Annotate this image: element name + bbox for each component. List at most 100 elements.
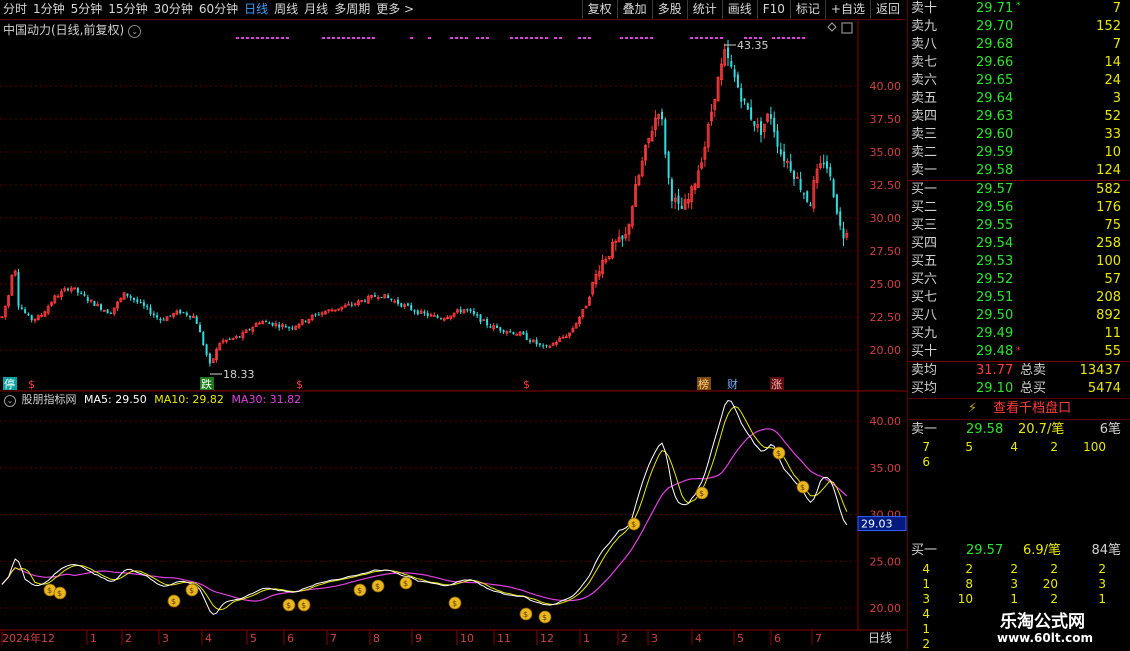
candle-body (502, 330, 505, 333)
time-label: 5 (250, 632, 257, 645)
candle-body (667, 151, 670, 179)
bid-level-3[interactable]: 买三 29.55 75 (908, 217, 1130, 235)
ask-level-3[interactable]: 卖八 29.68 7 (908, 36, 1130, 54)
candle-body (406, 303, 409, 306)
candle-body (142, 302, 145, 306)
money-bag-glyph: $ (301, 601, 306, 610)
view-1000-levels-button[interactable]: ⚡ 查看千档盘口 (908, 398, 1130, 420)
bid-level-8[interactable]: 买八 29.50 892 (908, 307, 1130, 325)
candle-body (842, 228, 845, 239)
bid-level-4[interactable]: 买四 29.54 258 (908, 235, 1130, 253)
ask-level-6[interactable]: 卖五 29.64 3 (908, 90, 1130, 108)
candle-body (76, 287, 79, 293)
candle-body (832, 179, 835, 198)
candle-body (86, 297, 89, 302)
candle-body (538, 343, 541, 345)
candle-body (162, 319, 165, 321)
order-book-panel: 卖十 29.71 7 卖九 29.70 152 卖八 29.68 7 卖七 29.66 14 卖六 29.… (907, 0, 1130, 651)
level-price: 29.52 (976, 272, 1014, 287)
money-bag-glyph: $ (47, 586, 52, 595)
signal-dot (266, 37, 269, 39)
bid-level-1[interactable]: 买一 29.57 582 (908, 181, 1130, 199)
candle-body (185, 312, 188, 316)
price-tick: 40.00 (870, 80, 902, 93)
queue-cell: 100 (1083, 440, 1106, 454)
watermark: 乐淘公式网 www.60lt.com (985, 605, 1130, 650)
candle-body (189, 315, 192, 318)
signal-dot (700, 37, 703, 39)
candle-body (769, 114, 772, 119)
price-tick: 20.00 (870, 344, 902, 357)
signal-dot (251, 37, 254, 39)
candle-body (661, 111, 663, 120)
signal-dot (690, 37, 693, 39)
money-bag-glyph: $ (631, 520, 636, 529)
queue-cell: 1 (922, 577, 930, 591)
candle-body (136, 299, 139, 302)
queue-cell: 2 (1050, 592, 1058, 606)
bid-level-7[interactable]: 买七 29.51 208 (908, 289, 1130, 307)
signal-dot (759, 37, 762, 39)
candle-body (317, 314, 320, 316)
ask-level-4[interactable]: 卖七 29.66 14 (908, 54, 1130, 72)
ask-level-5[interactable]: 卖六 29.65 24 (908, 72, 1130, 90)
time-label: 8 (373, 632, 380, 645)
signal-dot (476, 37, 479, 39)
level-volume: 55 (1104, 344, 1121, 359)
candle-body (496, 325, 498, 328)
money-bag-glyph: $ (189, 586, 194, 595)
candle-body (410, 305, 413, 310)
candle-body (93, 301, 96, 306)
time-label: 2024年12 (2, 631, 55, 645)
ask-level-9[interactable]: 卖二 29.59 10 (908, 144, 1130, 162)
bid-level-6[interactable]: 买六 29.52 57 (908, 271, 1130, 289)
candle-body (80, 292, 83, 294)
bid-average-label: 买均 (911, 381, 938, 396)
signal-dot (261, 37, 264, 39)
indicator-toggle-icon[interactable]: ⌄ (4, 395, 16, 407)
level-price: 29.64 (976, 91, 1014, 106)
buy1-label: 买一 (911, 543, 938, 558)
price-tick: 25.00 (870, 278, 902, 291)
level-volume: 7 (1112, 1, 1121, 16)
event-marker: 跌 (201, 377, 212, 391)
ask-level-8[interactable]: 卖三 29.60 33 (908, 126, 1130, 144)
indicator-tick: 35.00 (870, 462, 902, 475)
lightning-icon: ⚡ (967, 401, 978, 416)
current-value-label: 29.03 (861, 518, 893, 531)
level-label: 卖三 (911, 127, 938, 142)
queue-cell: 4 (922, 607, 930, 621)
signal-dot (650, 37, 653, 39)
ask-level-10[interactable]: 卖一 29.58 124 (908, 162, 1130, 180)
bid-level-2[interactable]: 买二 29.56 176 (908, 199, 1130, 217)
panel-icon (841, 22, 853, 34)
candle-body (284, 326, 287, 328)
money-bag-glyph: $ (171, 597, 176, 606)
ask-level-7[interactable]: 卖四 29.63 52 (908, 108, 1130, 126)
candle-body (799, 178, 802, 190)
signal-dot (236, 37, 239, 39)
signal-dot (486, 37, 489, 39)
queue-cell: 1 (922, 622, 930, 636)
candle-body (179, 310, 182, 314)
level-label: 卖二 (911, 145, 938, 160)
kline-chart[interactable]: 43.35 18.33 停 $ 跌 $ $ 榜 财 涨 $ $ $ $ $ $ $ $ $ $ $ $ $ $ $ $ 40.0… (0, 0, 907, 650)
ma5-label: MA5: 29.50 (84, 393, 147, 406)
candle-body (350, 304, 353, 306)
ask-level-2[interactable]: 卖九 29.70 152 (908, 18, 1130, 36)
bid-level-5[interactable]: 买五 29.53 100 (908, 253, 1130, 271)
level-price: 29.56 (976, 200, 1014, 215)
indicator-name[interactable]: 股朋指标网 (22, 393, 77, 406)
signal-dot (342, 37, 345, 39)
candle-body (802, 193, 805, 195)
signal-dot (525, 37, 528, 39)
candle-body (773, 117, 776, 133)
signal-dot (554, 37, 557, 39)
money-bag-glyph: $ (776, 449, 781, 458)
signal-dot (276, 37, 279, 39)
bid-level-9[interactable]: 买九 29.49 11 (908, 325, 1130, 343)
signal-dot (460, 37, 463, 39)
queue-cell: 4 (922, 562, 930, 576)
level-volume: 11 (1104, 326, 1121, 341)
signal-dot (559, 37, 562, 39)
